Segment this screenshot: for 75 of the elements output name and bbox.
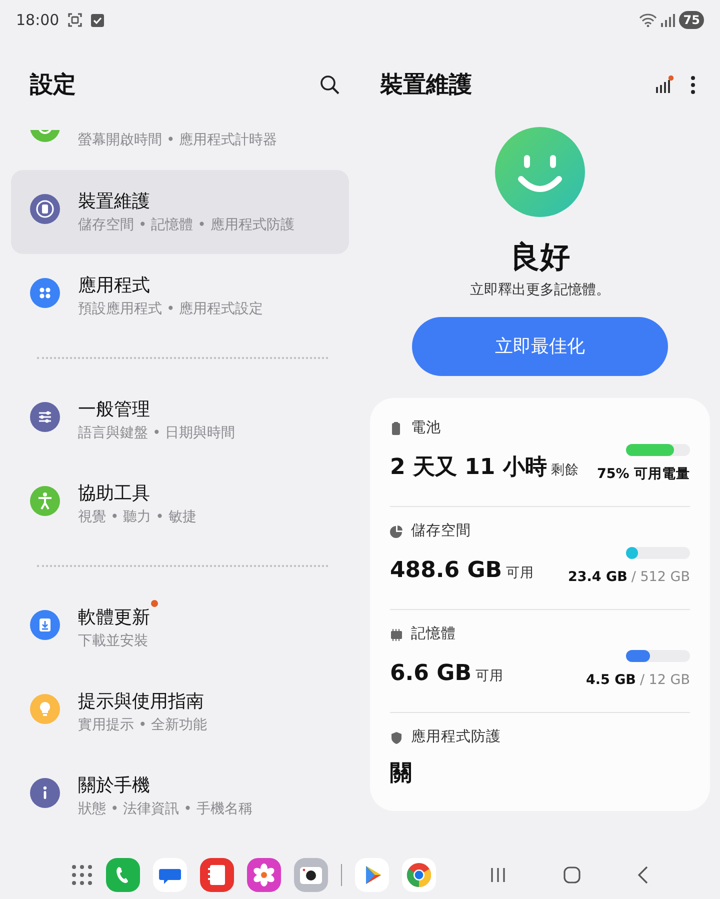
smiley-icon: [495, 127, 585, 217]
battery-icon: [390, 422, 403, 436]
page-title: 設定: [30, 70, 76, 100]
status-message: 立即釋出更多記憶體。: [470, 281, 610, 300]
settings-item[interactable]: 關於手機 狀態 • 法律資訊 • 手機名稱: [11, 754, 349, 838]
item-subtitle: 儲存空間 • 記憶體 • 應用程式防護: [78, 216, 294, 235]
optimize-button[interactable]: 立即最佳化: [412, 317, 668, 376]
value-suffix: 剩餘: [550, 461, 579, 480]
settings-item[interactable]: 提示與使用指南 實用提示 • 全新功能: [11, 670, 349, 754]
item-subtitle: 語言與鍵盤 • 日期與時間: [78, 424, 236, 443]
page-title: 裝置維護: [380, 70, 472, 100]
section-value: 關: [390, 760, 413, 788]
pie-chart-icon: [390, 524, 403, 539]
section-value: 6.6 GB: [390, 660, 472, 688]
settings-item[interactable]: 裝置維護 儲存空間 • 記憶體 • 應用程式防護: [11, 170, 349, 254]
value-suffix: 可用: [475, 667, 504, 686]
item-subtitle: 狀態 • 法律資訊 • 手機名稱: [78, 800, 252, 819]
section-value: 488.6 GB: [390, 557, 502, 585]
messages-app-icon[interactable]: [153, 858, 187, 892]
back-icon[interactable]: [637, 866, 649, 884]
usage-text: 23.4 GB: [568, 568, 628, 587]
capacity-text: / 512 GB: [631, 568, 690, 587]
signal-icon: [661, 14, 676, 26]
device-care-icon: [30, 194, 60, 224]
checkbox-icon: [91, 14, 104, 26]
accessibility-icon: [30, 486, 60, 516]
item-subtitle: 視覺 • 聽力 • 敏捷: [78, 508, 196, 527]
settings-item[interactable]: 協助工具 視覺 • 聽力 • 敏捷: [11, 462, 349, 546]
play-store-icon[interactable]: [355, 858, 389, 892]
usage-text: 75% 可用電量: [596, 464, 690, 484]
app-drawer-icon[interactable]: [71, 864, 93, 886]
info-icon: [30, 778, 60, 808]
section-label: 儲存空間: [411, 522, 471, 541]
flower-app-icon[interactable]: [247, 858, 281, 892]
item-subtitle: 螢幕開啟時間 • 應用程式計時器: [78, 131, 278, 150]
status-text: 良好: [510, 239, 570, 277]
section-label: 記憶體: [411, 625, 456, 644]
apps-icon: [30, 278, 60, 308]
recent-apps-icon[interactable]: [489, 866, 507, 884]
section-value: 2 天又 11 小時: [390, 454, 547, 482]
item-title: 裝置維護: [78, 190, 150, 214]
more-options-icon[interactable]: [690, 75, 696, 95]
item-subtitle: 下載並安裝: [78, 632, 149, 651]
item-title: 協助工具: [78, 482, 150, 506]
browser-app-icon[interactable]: [402, 858, 436, 892]
settings-item[interactable]: 軟體更新 下載並安裝: [11, 586, 349, 670]
sliders-icon: [30, 402, 60, 432]
item-title: 一般管理: [78, 398, 150, 422]
shield-icon: [390, 730, 403, 745]
camera-app-icon[interactable]: [294, 858, 328, 892]
item-title: 應用程式: [78, 274, 150, 298]
lightbulb-icon: [30, 694, 60, 724]
screenshot-icon: [67, 12, 84, 28]
settings-item[interactable]: 應用程式 預設應用程式 • 應用程式設定: [11, 254, 349, 338]
wifi-icon: [639, 13, 658, 27]
value-suffix: 可用: [506, 564, 534, 583]
capacity-text: / 12 GB: [640, 670, 690, 690]
item-subtitle: 預設應用程式 • 應用程式設定: [78, 300, 264, 319]
settings-item[interactable]: 一般管理 語言與鍵盤 • 日期與時間: [11, 378, 349, 462]
memory-chip-icon: [390, 628, 403, 642]
section-label: 應用程式防護: [411, 728, 501, 747]
section-label: 電池: [411, 419, 441, 438]
item-title: 軟體更新: [78, 604, 150, 631]
phone-app-icon[interactable]: [106, 858, 140, 892]
item-title: 關於手機: [78, 774, 150, 798]
clock-time: 18:00: [16, 10, 60, 31]
item-title: 提示與使用指南: [78, 690, 204, 714]
battery-indicator: 75: [679, 11, 704, 29]
notes-app-icon[interactable]: [200, 858, 234, 892]
home-icon[interactable]: [563, 866, 581, 884]
download-icon: [30, 610, 60, 640]
item-subtitle: 實用提示 • 全新功能: [78, 716, 208, 735]
usage-text: 4.5 GB: [586, 670, 636, 690]
chart-icon[interactable]: [654, 75, 674, 95]
search-icon[interactable]: [320, 75, 340, 95]
